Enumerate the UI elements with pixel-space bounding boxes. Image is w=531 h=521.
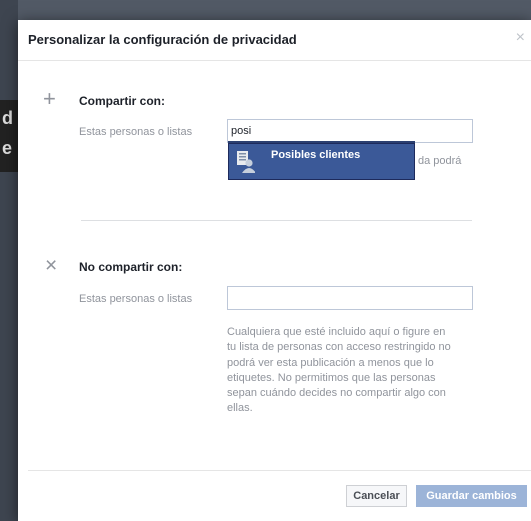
help-line: ellas.: [227, 402, 253, 415]
background-text-fragment: e: [2, 138, 13, 158]
dialog-title: Personalizar la configuración de privaci…: [28, 32, 297, 47]
share-input[interactable]: [227, 119, 473, 143]
close-icon: ×: [45, 254, 58, 277]
group-list-icon: [237, 151, 255, 173]
cancel-button[interactable]: Cancelar: [346, 485, 407, 507]
suggestion-item[interactable]: Posibles clientes: [228, 143, 415, 180]
help-line: podrá ver esta publicación a menos que l…: [227, 356, 434, 369]
share-section-title: Compartir con:: [79, 94, 166, 108]
noshare-input[interactable]: [227, 286, 473, 310]
share-help-text-fragment: da podrá: [418, 155, 462, 167]
close-icon[interactable]: ×: [516, 30, 525, 46]
plus-icon: +: [43, 86, 56, 111]
privacy-dialog: Personalizar la configuración de privaci…: [18, 20, 531, 521]
help-line: Cualquiera que esté incluido aquí o figu…: [227, 326, 446, 338]
background-panel: [0, 0, 18, 521]
footer-divider: [28, 470, 531, 471]
noshare-help-text: Cualquiera que esté incluido aquí o figu…: [227, 325, 451, 417]
save-button[interactable]: Guardar cambios: [416, 485, 527, 507]
section-divider: [81, 220, 472, 221]
noshare-section-title: No compartir con:: [79, 260, 183, 274]
help-line: sepan cuándo decides no compartir algo c…: [227, 387, 446, 400]
help-line: tu lista de personas con acceso restring…: [227, 341, 451, 354]
suggestion-label: Posibles clientes: [271, 149, 361, 161]
background-text-fragment: d: [2, 108, 13, 128]
dialog-header: Personalizar la configuración de privaci…: [18, 20, 531, 61]
noshare-field-label: Estas personas o listas: [79, 293, 193, 305]
share-field-label: Estas personas o listas: [79, 126, 193, 138]
help-line: etiquetes. No permitimos que las persona…: [227, 371, 436, 384]
